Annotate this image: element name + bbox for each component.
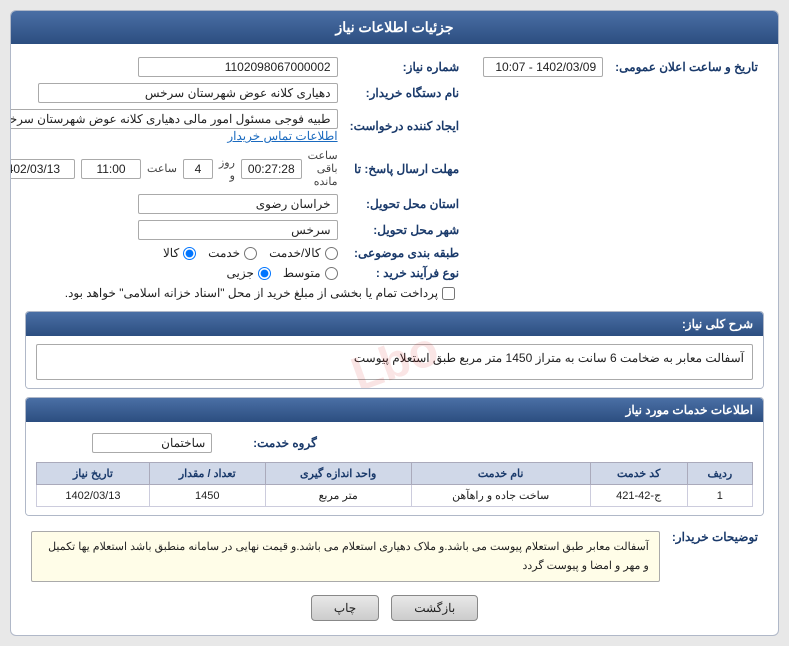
shahr-value: سرخس — [138, 220, 338, 240]
cell-date: 1402/03/13 — [37, 485, 150, 507]
tabaghebandi-label: طبقه بندی موضوعی: — [344, 243, 466, 263]
tarikh-value: 1402/03/09 - 10:07 — [483, 57, 603, 77]
col-date: تاریخ نیاز — [37, 463, 150, 485]
khadamat-section: اطلاعات خدمات مورد نیاز گروه خدمت: ساختم… — [25, 397, 764, 516]
col-unit: واحد اندازه گیری — [265, 463, 411, 485]
namdastgah-label: نام دستگاه خریدار: — [344, 80, 466, 106]
back-button[interactable]: بازگشت — [391, 595, 478, 621]
radio-kala-khadamat[interactable]: کالا/خدمت — [269, 246, 337, 260]
tawzihat-label: توضیحات خریدار: — [666, 524, 764, 585]
cell-radif: 1 — [687, 485, 752, 507]
khadamat-label: خدمت — [208, 246, 240, 260]
mohlat-label: مهلت ارسال پاسخ: تا — [344, 146, 466, 191]
khadamat-title: اطلاعات خدمات مورد نیاز — [26, 398, 763, 422]
page-title: جزئیات اطلاعات نیاز — [11, 11, 778, 44]
etelaat-tamaas-link[interactable]: اطلاعات تماس خریدار — [227, 129, 337, 143]
tawzihat-text: آسفالت معابر طبق استعلام پیوست می باشد.و… — [31, 531, 660, 582]
date-value: 1402/03/13 — [10, 159, 75, 179]
info-section: تاریخ و ساعت اعلان عمومی: 1402/03/09 - 1… — [10, 54, 764, 303]
radio-khadamat[interactable]: خدمت — [208, 246, 257, 260]
ostan-value: خراسان رضوی — [138, 194, 338, 214]
day-value: 4 — [183, 159, 213, 179]
shahr-label: شهر محل تحویل: — [344, 217, 466, 243]
namdastgah-value: دهیاری کلانه عوض شهرستان سرخس — [38, 83, 338, 103]
grohe-khadamat-label: گروه خدمت: — [218, 430, 323, 456]
cell-code: ج-42-421 — [590, 485, 687, 507]
col-code: کد خدمت — [590, 463, 687, 485]
cell-quantity: 1450 — [149, 485, 265, 507]
jazee-label: جزیی — [226, 266, 253, 280]
saat-label: ساعت — [147, 162, 177, 175]
radio-motevaset[interactable]: متوسط — [283, 266, 338, 280]
pardakht-checkbox[interactable]: پرداخت تمام یا بخشی از مبلغ خرید از محل … — [10, 286, 455, 300]
col-quantity: تعداد / مقدار — [149, 463, 265, 485]
sharh-section: شرح کلی نیاز: Lbo آسفالت معابر به ضخامت … — [25, 311, 764, 389]
remaining-label: ساعت باقی مانده — [308, 149, 338, 188]
noe-farayand-label: نوع فرآیند خرید : — [344, 263, 466, 283]
time-value: 11:00 — [81, 159, 141, 179]
countdown-value: 00:27:28 — [241, 159, 302, 179]
cell-name: ساخت جاده و راهآهن — [411, 485, 590, 507]
service-table: ردیف کد خدمت نام خدمت واحد اندازه گیری ت… — [36, 462, 753, 507]
sharh-title: شرح کلی نیاز: — [26, 312, 763, 336]
action-buttons: بازگشت چاپ — [25, 595, 764, 621]
day-unit-label: روز و — [219, 156, 235, 182]
sharh-description: آسفالت معابر به ضخامت 6 سانت به متراز 14… — [36, 344, 753, 380]
col-radif: ردیف — [687, 463, 752, 485]
tarikh-label: تاریخ و ساعت اعلان عمومی: — [609, 54, 764, 80]
radio-jazee[interactable]: جزیی — [226, 266, 270, 280]
shomare-niaz-value: 1102098067000002 — [138, 57, 338, 77]
pardakht-label: پرداخت تمام یا بخشی از مبلغ خرید از محل … — [65, 286, 438, 300]
col-name: نام خدمت — [411, 463, 590, 485]
shomare-niaz-label: شماره نیاز: — [344, 54, 466, 80]
ostan-label: استان محل تحویل: — [344, 191, 466, 217]
table-row: 1 ج-42-421 ساخت جاده و راهآهن متر مربع 1… — [37, 485, 753, 507]
grohe-khadamat-value: ساختمان — [92, 433, 212, 453]
ijad-konande-label: ایجاد کننده درخواست: — [344, 106, 466, 146]
kala-khadamat-label: کالا/خدمت — [269, 246, 320, 260]
motevaset-label: متوسط — [283, 266, 321, 280]
ijad-konande-value: طبیه فوجی مسئول امور مالی دهیاری کلانه ع… — [10, 109, 338, 129]
cell-unit: متر مربع — [265, 485, 411, 507]
print-button[interactable]: چاپ — [311, 595, 379, 621]
kala-label: کالا — [163, 246, 179, 260]
radio-kala[interactable]: کالا — [163, 246, 196, 260]
